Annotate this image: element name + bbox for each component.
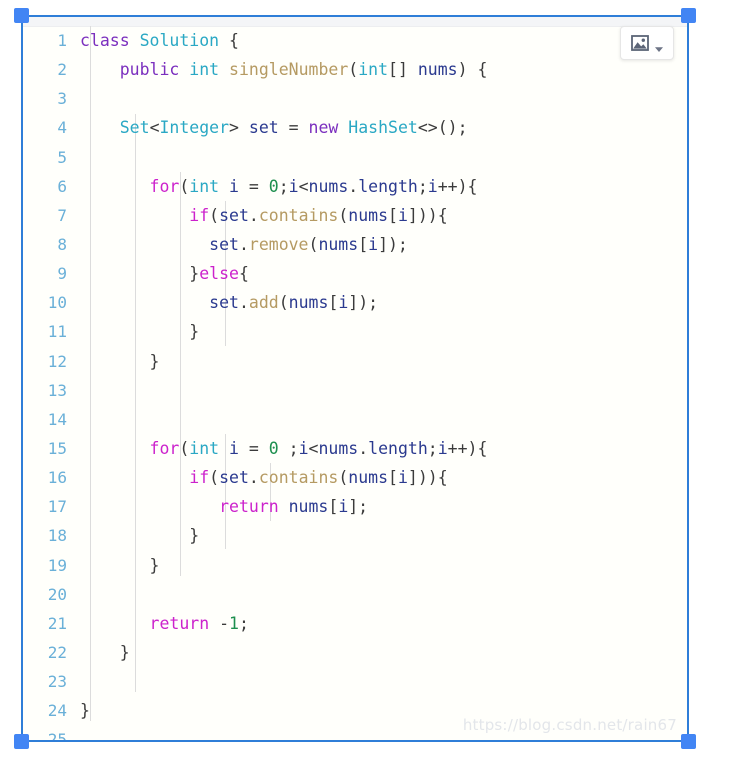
resize-handle-top-left[interactable] xyxy=(14,8,29,23)
line-number: 9 xyxy=(57,264,67,284)
code-line-text[interactable]: } xyxy=(80,521,683,550)
resize-handle-top-right[interactable] xyxy=(681,8,696,23)
code-line-text[interactable]: } xyxy=(80,347,683,376)
code-line[interactable]: 14 xyxy=(23,405,687,434)
line-number: 18 xyxy=(47,526,67,546)
line-number: 16 xyxy=(47,468,67,488)
line-number: 14 xyxy=(47,409,67,429)
code-line[interactable]: 17 return nums[i]; xyxy=(23,492,687,521)
line-number: 17 xyxy=(47,497,67,517)
code-line-text[interactable]: Set<Integer> set = new HashSet<>(); xyxy=(80,113,683,142)
line-number: 13 xyxy=(47,380,67,400)
line-number: 6 xyxy=(57,176,67,196)
line-number: 1 xyxy=(57,31,67,50)
code-line[interactable]: 7 if(set.contains(nums[i])){ xyxy=(23,201,687,230)
code-line[interactable]: 5 xyxy=(23,143,687,172)
line-number: 8 xyxy=(57,234,67,254)
line-number: 21 xyxy=(47,613,67,633)
code-line-text[interactable]: set.add(nums[i]); xyxy=(80,288,683,317)
code-line-text[interactable]: return nums[i]; xyxy=(80,492,683,521)
line-number: 24 xyxy=(47,701,67,721)
code-line-text[interactable]: set.remove(nums[i]); xyxy=(80,230,683,259)
line-number: 7 xyxy=(57,205,67,225)
line-number: 20 xyxy=(47,584,67,604)
code-line-text[interactable]: } xyxy=(80,638,683,667)
code-line[interactable]: 13 xyxy=(23,376,687,405)
code-line[interactable]: 15 for(int i = 0 ;i<nums.length;i++){ xyxy=(23,434,687,463)
code-line-text[interactable]: }else{ xyxy=(80,259,683,288)
image-toolbar-button[interactable] xyxy=(620,26,674,60)
line-number: 11 xyxy=(47,322,67,342)
code-line-text[interactable]: } xyxy=(80,317,683,346)
line-number: 12 xyxy=(47,351,67,371)
line-number: 23 xyxy=(47,672,67,692)
code-lines[interactable]: 1 class Solution {2 public int singleNumb… xyxy=(23,26,687,740)
line-number: 5 xyxy=(57,147,67,167)
resize-handle-bottom-right[interactable] xyxy=(681,734,696,749)
code-line-text[interactable]: for(int i = 0 ;i<nums.length;i++){ xyxy=(80,434,683,463)
code-line-text[interactable]: public int singleNumber(int[] nums) { xyxy=(80,55,683,84)
code-line[interactable]: 10 set.add(nums[i]); xyxy=(23,288,687,317)
code-line[interactable]: 6 for(int i = 0;i<nums.length;i++){ xyxy=(23,172,687,201)
code-line[interactable]: 2 public int singleNumber(int[] nums) { xyxy=(23,55,687,84)
line-number: 4 xyxy=(57,118,67,138)
code-line-text[interactable]: class Solution { xyxy=(80,26,683,55)
code-line[interactable]: 3 xyxy=(23,84,687,113)
watermark-text: https://blog.csdn.net/rain67 xyxy=(462,716,677,734)
code-line[interactable]: 20 xyxy=(23,580,687,609)
chevron-down-icon[interactable] xyxy=(654,39,663,52)
code-line-text[interactable]: } xyxy=(80,551,683,580)
line-number: 10 xyxy=(47,293,67,313)
line-number: 2 xyxy=(57,60,67,80)
code-line-text[interactable]: for(int i = 0;i<nums.length;i++){ xyxy=(80,172,683,201)
code-line[interactable]: 1 class Solution { xyxy=(23,26,687,55)
code-line-text[interactable]: if(set.contains(nums[i])){ xyxy=(80,463,683,492)
code-line[interactable]: 16 if(set.contains(nums[i])){ xyxy=(23,463,687,492)
code-line[interactable]: 9 }else{ xyxy=(23,259,687,288)
code-editor-area[interactable]: 1 class Solution {2 public int singleNumb… xyxy=(23,26,687,740)
code-line[interactable]: 21 return -1; xyxy=(23,609,687,638)
code-line-text[interactable]: if(set.contains(nums[i])){ xyxy=(80,201,683,230)
code-line[interactable]: 23 xyxy=(23,667,687,696)
code-line[interactable]: 12 } xyxy=(23,347,687,376)
line-number: 19 xyxy=(47,555,67,575)
code-line[interactable]: 22 } xyxy=(23,638,687,667)
code-line[interactable]: 11 } xyxy=(23,317,687,346)
line-number: 22 xyxy=(47,642,67,662)
line-number: 25 xyxy=(47,730,67,740)
code-line-text[interactable]: return -1; xyxy=(80,609,683,638)
code-line[interactable]: 4 Set<Integer> set = new HashSet<>(); xyxy=(23,113,687,142)
resize-handle-bottom-left[interactable] xyxy=(14,734,29,749)
code-line[interactable]: 8 set.remove(nums[i]); xyxy=(23,230,687,259)
code-line[interactable]: 19 } xyxy=(23,551,687,580)
code-block-card[interactable]: 1 class Solution {2 public int singleNumb… xyxy=(23,17,687,740)
line-number: 15 xyxy=(47,438,67,458)
picture-icon[interactable] xyxy=(631,34,649,52)
code-line[interactable]: 18 } xyxy=(23,521,687,550)
line-number: 3 xyxy=(57,89,67,109)
